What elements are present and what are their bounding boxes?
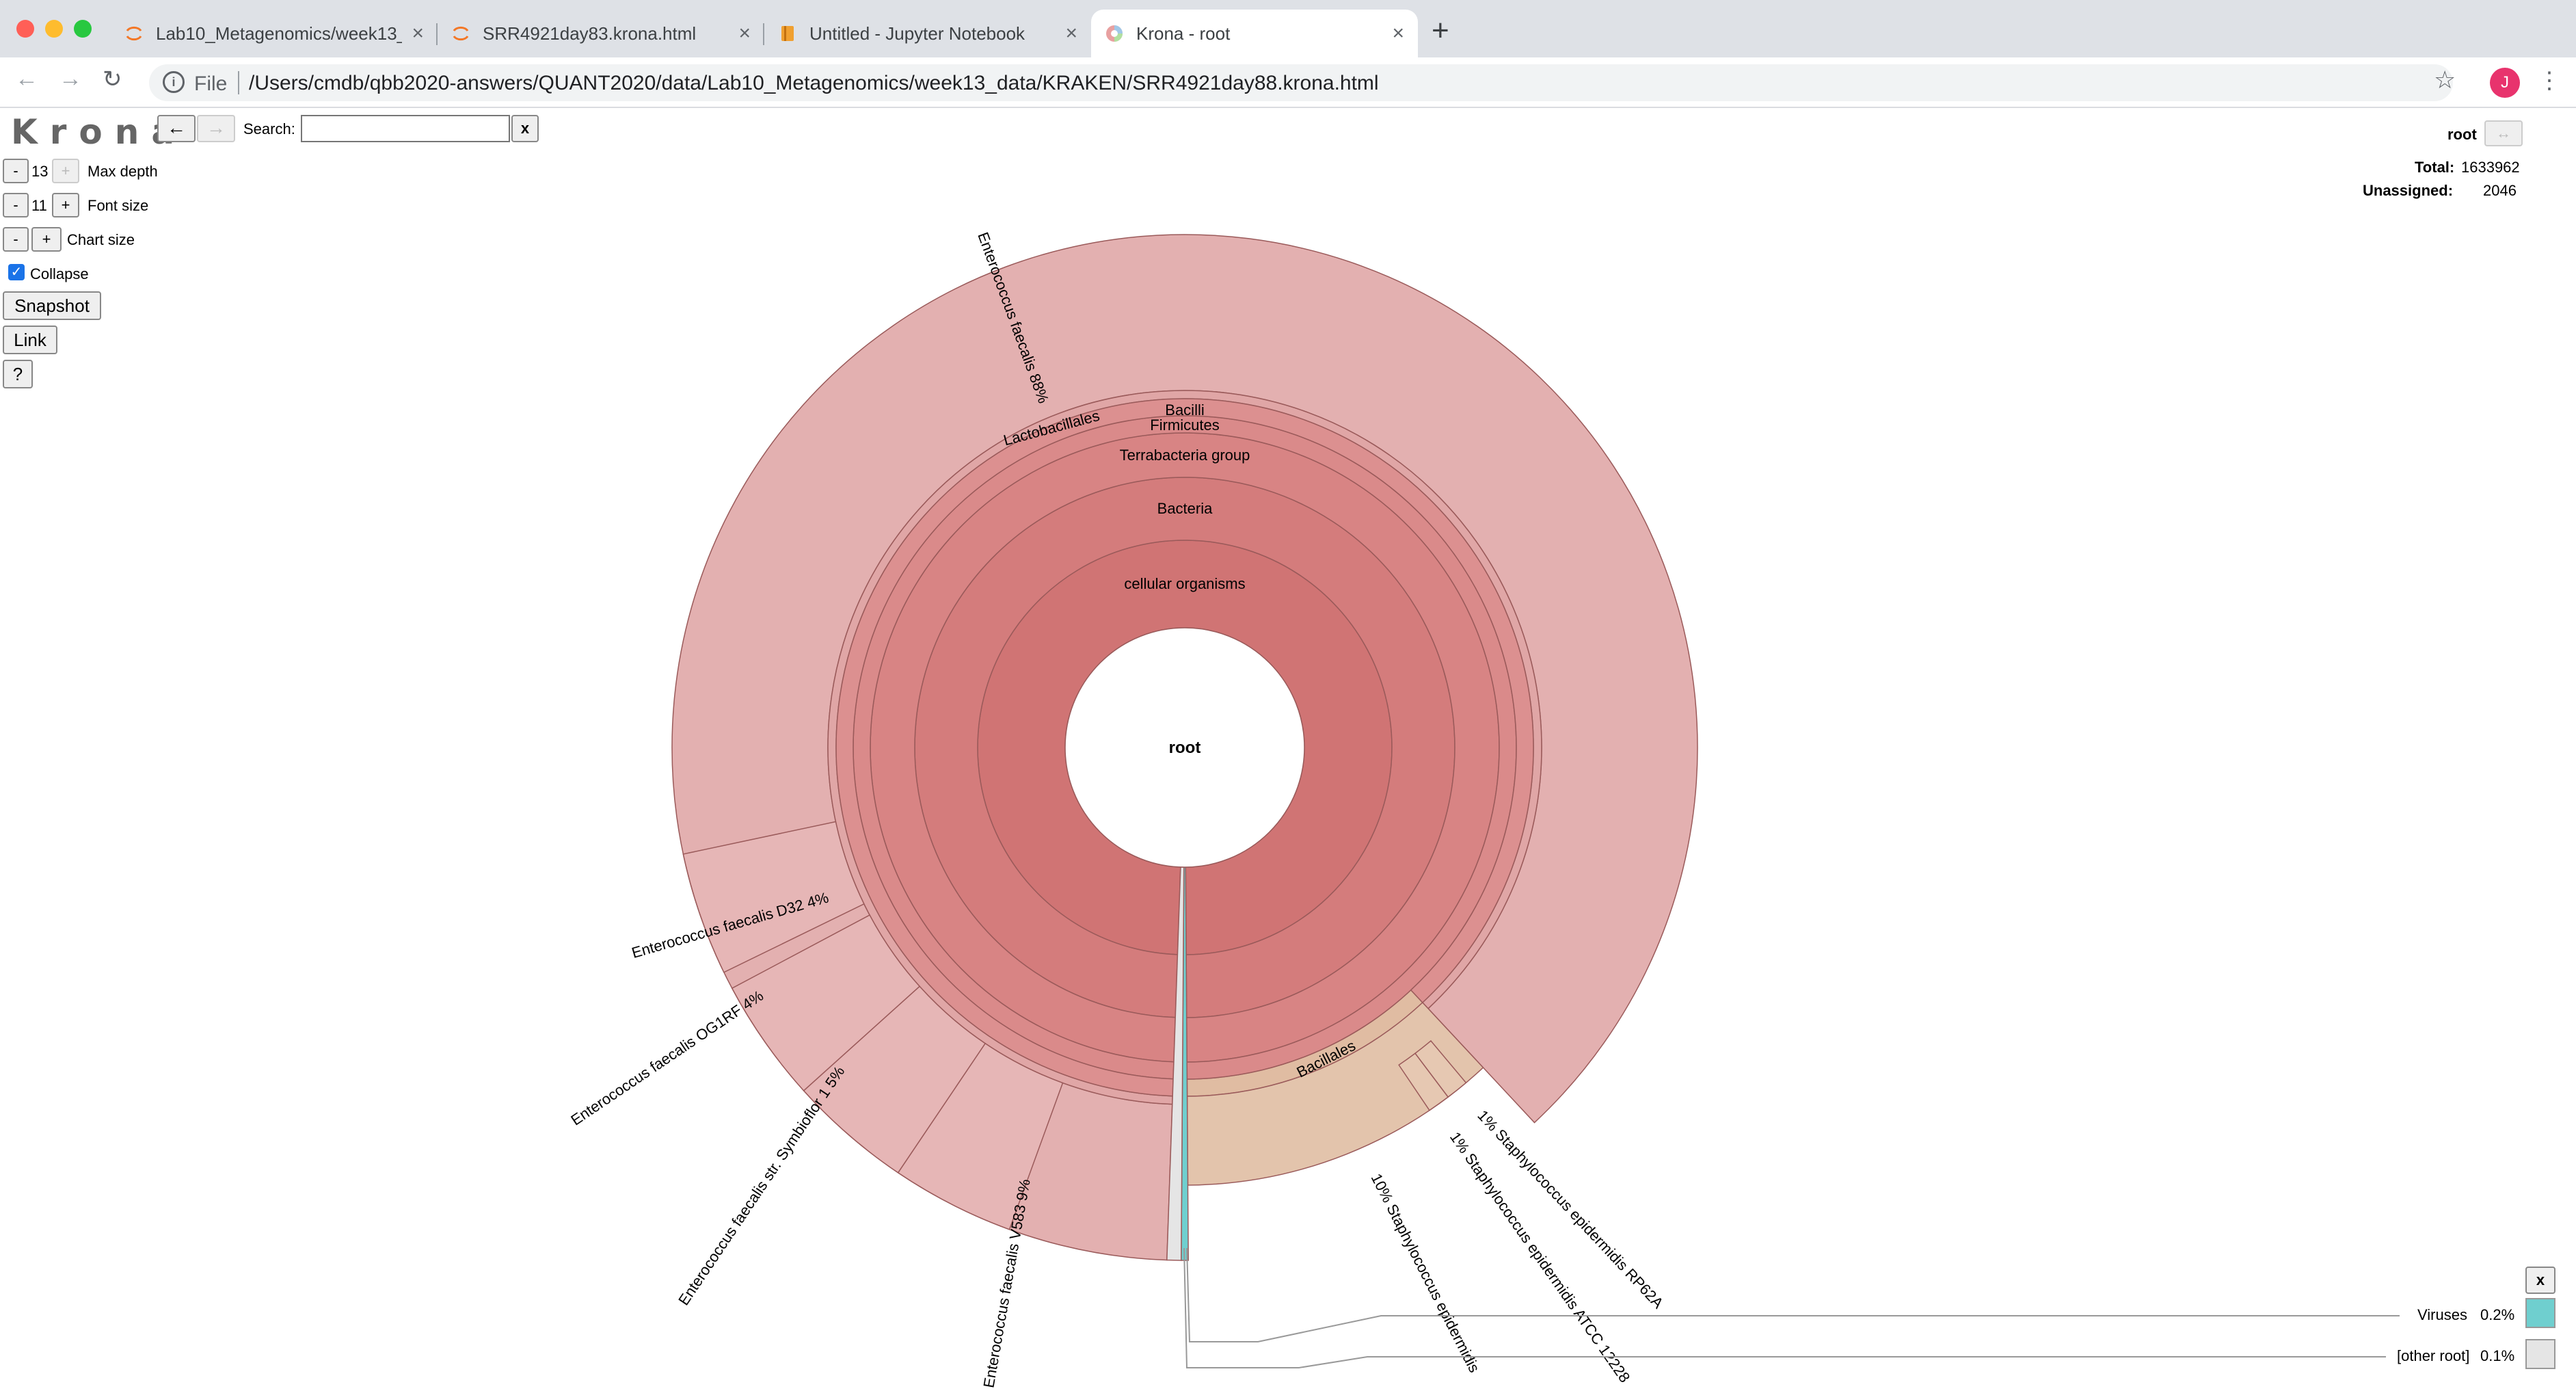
tab-close-icon[interactable]: × bbox=[1392, 22, 1404, 45]
key-viruses-name: Viruses bbox=[2417, 1306, 2467, 1323]
address-divider bbox=[238, 71, 239, 94]
key-line-viruses bbox=[1186, 1247, 2400, 1342]
tab-close-icon[interactable]: × bbox=[412, 22, 424, 45]
search-input[interactable] bbox=[301, 115, 510, 142]
unassigned-value: 2046 bbox=[2483, 182, 2517, 199]
total-label: Total: bbox=[2415, 159, 2455, 176]
window-close-button[interactable] bbox=[16, 20, 34, 38]
address-bar[interactable]: i File /Users/cmdb/qbb2020-answers/QUANT… bbox=[149, 64, 2453, 101]
tab-title: Untitled - Jupyter Notebook bbox=[809, 23, 1025, 44]
selected-node-name: root bbox=[2447, 126, 2477, 143]
forward-arrow-icon[interactable]: → bbox=[59, 66, 82, 92]
font-size-decrease-button[interactable]: - bbox=[3, 193, 29, 217]
key-viruses-swatch[interactable] bbox=[2525, 1298, 2555, 1328]
krona-chart[interactable]: root cellular organisms Bacteria Terrabacte… bbox=[0, 108, 2576, 1391]
search-label: Search: bbox=[243, 120, 295, 137]
tab-close-icon[interactable]: × bbox=[1065, 22, 1077, 45]
tab-krona-root[interactable]: Krona - root × bbox=[1091, 10, 1418, 57]
notebook-icon bbox=[778, 24, 797, 43]
tab-srr83[interactable]: SRR4921day83.krona.html × bbox=[438, 10, 764, 57]
key-other-root-swatch[interactable] bbox=[2525, 1339, 2555, 1369]
history-back-button[interactable]: ← bbox=[157, 115, 196, 142]
leaf-label-5: 10% Staphylococcus epidermidis bbox=[1368, 1171, 1484, 1375]
center-root-label: root bbox=[1169, 739, 1201, 757]
tab-lab10[interactable]: Lab10_Metagenomics/week13_data × bbox=[111, 10, 438, 57]
address-url[interactable]: /Users/cmdb/qbb2020-answers/QUANT2020/da… bbox=[249, 72, 1379, 95]
max-depth-label: Max depth bbox=[88, 163, 158, 180]
key-viruses-percent: 0.2% bbox=[2480, 1306, 2515, 1323]
history-forward-button[interactable]: → bbox=[197, 115, 235, 142]
collapse-checkbox[interactable]: ✓ bbox=[8, 264, 25, 280]
new-tab-button[interactable]: + bbox=[1432, 14, 1449, 48]
font-size-increase-button[interactable]: + bbox=[52, 193, 79, 217]
ring-label-5: Bacilli bbox=[1165, 401, 1204, 419]
ring-label-4: Firmicutes bbox=[1150, 416, 1219, 434]
window-minimize-button[interactable] bbox=[45, 20, 63, 38]
ring-label-2: Bacteria bbox=[1157, 500, 1213, 517]
bookmark-star-icon[interactable]: ☆ bbox=[2434, 66, 2456, 94]
tab-strip: Lab10_Metagenomics/week13_data × SRR4921… bbox=[0, 0, 2576, 57]
ring-label-1: cellular organisms bbox=[1124, 575, 1245, 592]
jupyter-icon bbox=[124, 24, 144, 43]
max-depth-value: 13 bbox=[31, 163, 49, 180]
search-clear-button[interactable]: x bbox=[511, 115, 539, 142]
unassigned-label: Unassigned: bbox=[2363, 182, 2454, 199]
total-value: 1633962 bbox=[2461, 159, 2520, 176]
reload-icon[interactable]: ↻ bbox=[103, 66, 122, 93]
jupyter-icon bbox=[451, 24, 470, 43]
chart-size-decrease-button[interactable]: - bbox=[3, 227, 29, 252]
krona-icon bbox=[1105, 24, 1124, 43]
address-scheme: File bbox=[194, 72, 228, 95]
link-button[interactable]: Link bbox=[3, 326, 57, 354]
info-icon[interactable]: i bbox=[163, 71, 185, 93]
tab-title: SRR4921day83.krona.html bbox=[483, 23, 697, 44]
window-maximize-button[interactable] bbox=[74, 20, 92, 38]
key-close-button[interactable]: x bbox=[2525, 1267, 2555, 1294]
leaf-label-3: Enterococcus faecalis str. Symbioflor 1 … bbox=[675, 1063, 848, 1308]
font-size-value: 11 bbox=[31, 197, 47, 214]
tab-title: Lab10_Metagenomics/week13_data bbox=[156, 23, 402, 44]
tab-close-icon[interactable]: × bbox=[738, 22, 751, 45]
tab-untitled[interactable]: Untitled - Jupyter Notebook × bbox=[764, 10, 1091, 57]
key-other-root-name: [other root] bbox=[2397, 1347, 2470, 1364]
chart-size-increase-button[interactable]: + bbox=[31, 227, 62, 252]
expand-button[interactable]: ↔ bbox=[2484, 120, 2523, 146]
profile-avatar[interactable]: J bbox=[2490, 68, 2520, 98]
help-button[interactable]: ? bbox=[3, 360, 33, 388]
font-size-label: Font size bbox=[88, 197, 149, 214]
leaf-label-2: Enterococcus faecalis OG1RF 4% bbox=[567, 987, 766, 1128]
ring-label-3: Terrabacteria group bbox=[1120, 447, 1250, 464]
tab-title: Krona - root bbox=[1136, 23, 1231, 44]
max-depth-decrease-button[interactable]: - bbox=[3, 159, 29, 183]
browser-menu-icon[interactable]: ⋮ bbox=[2538, 67, 2561, 94]
krona-page: root cellular organisms Bacteria Terrabacte… bbox=[0, 108, 2576, 1391]
back-arrow-icon[interactable]: ← bbox=[15, 66, 38, 92]
chart-size-label: Chart size bbox=[67, 231, 135, 248]
max-depth-increase-button[interactable]: + bbox=[52, 159, 79, 183]
snapshot-button[interactable]: Snapshot bbox=[3, 291, 101, 320]
browser-toolbar: ← → ↻ i File /Users/cmdb/qbb2020-answers… bbox=[0, 57, 2576, 108]
key-other-root-percent: 0.1% bbox=[2480, 1347, 2515, 1364]
key-line-other-root bbox=[1183, 1247, 2386, 1368]
collapse-label: Collapse bbox=[30, 265, 89, 282]
